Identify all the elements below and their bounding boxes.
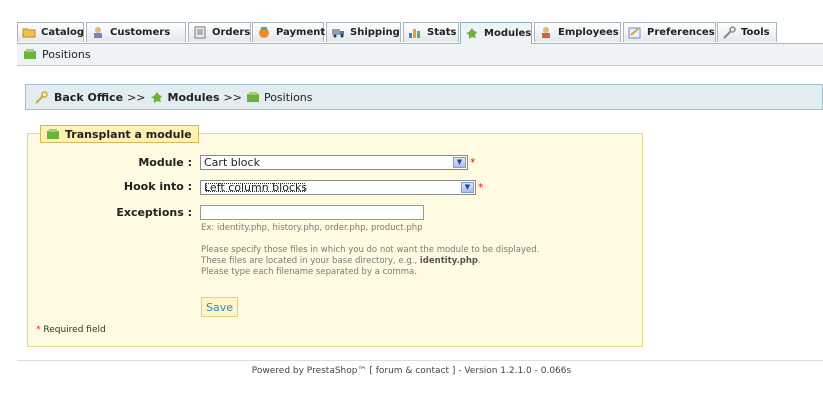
module-label: Module : [138,156,192,169]
save-button[interactable]: Save [201,297,238,317]
payment-icon [259,27,269,38]
hook-selected-value: Left column blocks [204,181,308,194]
tab-modules[interactable]: Modules [460,22,532,44]
hook-select[interactable]: Left column blocks ▼ [200,180,476,195]
module-select[interactable]: Cart block ▼ [200,155,468,170]
shipping-icon [332,29,344,38]
form-legend-label: Transplant a module [65,127,192,141]
tab-label: Shipping [350,27,400,38]
tab-label: Stats [427,27,457,38]
help-text-line-2: These files are located in your base dir… [201,256,481,266]
tab-tools[interactable]: Tools [717,22,777,42]
tab-catalog[interactable]: Catalog [17,22,84,42]
module-selected-value: Cart block [204,156,260,169]
tab-payment[interactable]: Payment [252,22,326,42]
tab-preferences[interactable]: Preferences [623,22,716,42]
tab-label: Preferences [647,27,715,38]
folder-icon [22,28,36,38]
help-text-line-1: Please specify those files in which you … [201,245,540,255]
tab-employees[interactable]: Employees [534,22,621,42]
positions-icon [24,49,36,59]
chevron-down-icon[interactable]: ▼ [461,182,474,193]
help-text-line-3: Please type each filename separated by a… [201,267,417,277]
exceptions-input[interactable] [200,205,424,220]
tab-shipping[interactable]: Shipping [326,22,401,42]
stats-icon [409,29,420,38]
main-tab-bar: Catalog Customers Orders Payment Shippin… [17,22,823,44]
tab-orders[interactable]: Orders [188,22,251,42]
required-marker: * [478,181,484,194]
tab-label: Customers [110,27,171,38]
tab-label: Payment [276,27,326,38]
required-field-label: Required field [43,325,106,335]
tab-label: Employees [558,27,619,38]
form-legend: Transplant a module [40,125,199,143]
exceptions-label: Exceptions : [116,206,192,219]
positions-icon [47,128,59,139]
chevron-down-icon[interactable]: ▼ [453,157,466,168]
tab-label: Tools [741,27,770,38]
employees-icon [542,27,550,38]
tab-label: Modules [484,28,532,39]
tab-label: Catalog [41,27,85,38]
tab-customers[interactable]: Customers [86,22,186,42]
orders-icon [194,26,206,39]
hook-label: Hook into : [123,180,192,193]
exceptions-example: Ex: identity.php, history.php, order.php… [201,223,423,233]
tab-stats[interactable]: Stats [403,22,459,42]
required-field-note: * Required field [36,325,106,335]
required-marker: * [36,325,41,335]
subtab-positions[interactable]: Positions [42,48,91,61]
preferences-icon [628,27,641,39]
subtab-bar: Positions [17,44,823,66]
filename-example: identity.php [419,256,478,266]
tab-label: Orders [212,27,251,38]
tools-icon [723,26,736,39]
required-marker: * [470,156,476,169]
customers-icon [94,27,102,38]
footer-text: Powered by PrestaShop™ [ forum & contact… [251,366,572,376]
modules-icon [466,28,477,39]
